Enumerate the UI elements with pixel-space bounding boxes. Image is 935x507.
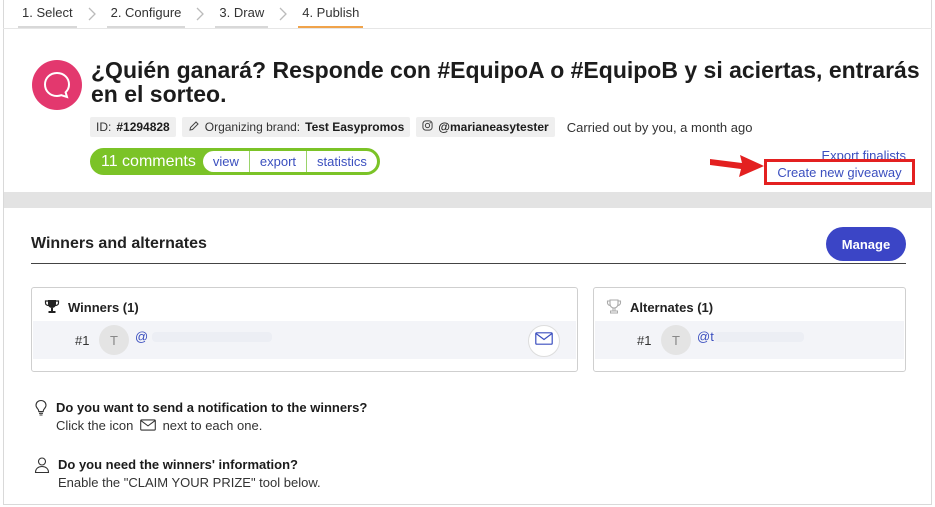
chevron-right-icon	[185, 0, 215, 28]
winner-rank: #1	[75, 332, 90, 348]
winners-title: Winners (1)	[68, 300, 139, 315]
step-publish[interactable]: 4. Publish	[298, 0, 364, 28]
winner-row[interactable]: #1 T @	[33, 321, 576, 359]
notify-answer-end: next to each one.	[162, 418, 263, 433]
wizard-steps: 1. Select 2. Configure 3. Draw 4. Publis…	[18, 0, 364, 28]
trophy-outline-icon	[606, 298, 622, 317]
instagram-icon	[422, 120, 433, 134]
step-label: 4. Publish	[302, 5, 360, 20]
step-label: 1. Select	[22, 5, 73, 20]
avatar: T	[661, 325, 691, 355]
envelope-icon	[535, 332, 553, 350]
avatar: T	[99, 325, 129, 355]
envelope-icon	[140, 418, 156, 436]
chevron-right-icon	[77, 0, 107, 28]
alternate-handle[interactable]: @t	[697, 329, 804, 344]
create-new-giveaway-link[interactable]: Create new giveaway	[764, 159, 915, 185]
pencil-icon	[188, 120, 200, 135]
brand-label: Organizing brand:	[204, 120, 301, 134]
export-comments-link[interactable]: export	[250, 151, 308, 172]
claim-answer: Enable the "CLAIM YOUR PRIZE" tool below…	[58, 475, 321, 490]
step-configure[interactable]: 2. Configure	[106, 0, 186, 28]
redacted-text	[151, 332, 272, 343]
id-value: #1294828	[116, 120, 170, 134]
notify-info: Do you want to send a notification to th…	[34, 399, 367, 436]
section-title: Winners and alternates	[31, 235, 207, 252]
divider	[3, 28, 932, 29]
step-draw[interactable]: 3. Draw	[215, 0, 269, 28]
comment-bubble-icon	[32, 60, 82, 110]
instagram-tag: @marianeasytester	[416, 117, 555, 137]
alternates-header: Alternates (1)	[606, 298, 713, 317]
handle-prefix: @t	[697, 328, 714, 344]
red-arrow-annotation	[708, 150, 766, 185]
comments-count: 11 comments	[101, 152, 196, 170]
brand-tag: Organizing brand: Test Easypromos	[181, 117, 411, 137]
user-icon	[34, 456, 50, 492]
lightbulb-icon	[34, 399, 48, 436]
id-tag: ID: #1294828	[90, 117, 176, 137]
id-label: ID:	[96, 120, 112, 134]
notify-winner-button[interactable]	[528, 325, 560, 357]
step-label: 2. Configure	[110, 5, 182, 20]
page-title: ¿Quién ganará? Responde con #EquipoA o #…	[91, 57, 920, 107]
notify-question: Do you want to send a notification to th…	[56, 400, 368, 415]
alternate-rank: #1	[637, 332, 652, 348]
alternate-row[interactable]: #1 T @t	[595, 321, 904, 359]
statistics-link[interactable]: statistics	[307, 151, 377, 172]
brand-value: Test Easypromos	[305, 120, 405, 134]
view-comments-link[interactable]: view	[203, 151, 250, 172]
step-label: 3. Draw	[219, 5, 265, 20]
winners-card: Winners (1) #1 T @	[31, 287, 578, 372]
winner-handle[interactable]: @	[135, 329, 272, 344]
claim-question: Do you need the winners' information?	[58, 457, 298, 472]
alternates-title: Alternates (1)	[630, 300, 714, 315]
alternates-card: Alternates (1) #1 T @t	[593, 287, 906, 372]
comments-links: view export statistics	[202, 151, 377, 172]
manage-button[interactable]: Manage	[826, 227, 906, 261]
step-select[interactable]: 1. Select	[18, 0, 77, 28]
winners-header: Winners (1)	[44, 298, 139, 317]
notify-answer-start: Click the icon	[56, 418, 134, 433]
trophy-icon	[44, 298, 60, 317]
instagram-handle: @marianeasytester	[438, 120, 549, 134]
section-divider	[31, 263, 906, 264]
giveaway-meta: ID: #1294828 Organizing brand: Test Easy…	[90, 117, 752, 137]
claim-info: Do you need the winners' information? En…	[34, 456, 321, 492]
redacted-text	[713, 332, 804, 343]
carried-out-text: Carried out by you, a month ago	[566, 119, 753, 135]
chevron-right-icon	[268, 0, 298, 28]
handle-prefix: @	[135, 328, 149, 344]
section-separator	[4, 192, 931, 208]
comments-pill: 11 comments view export statistics	[90, 148, 380, 175]
